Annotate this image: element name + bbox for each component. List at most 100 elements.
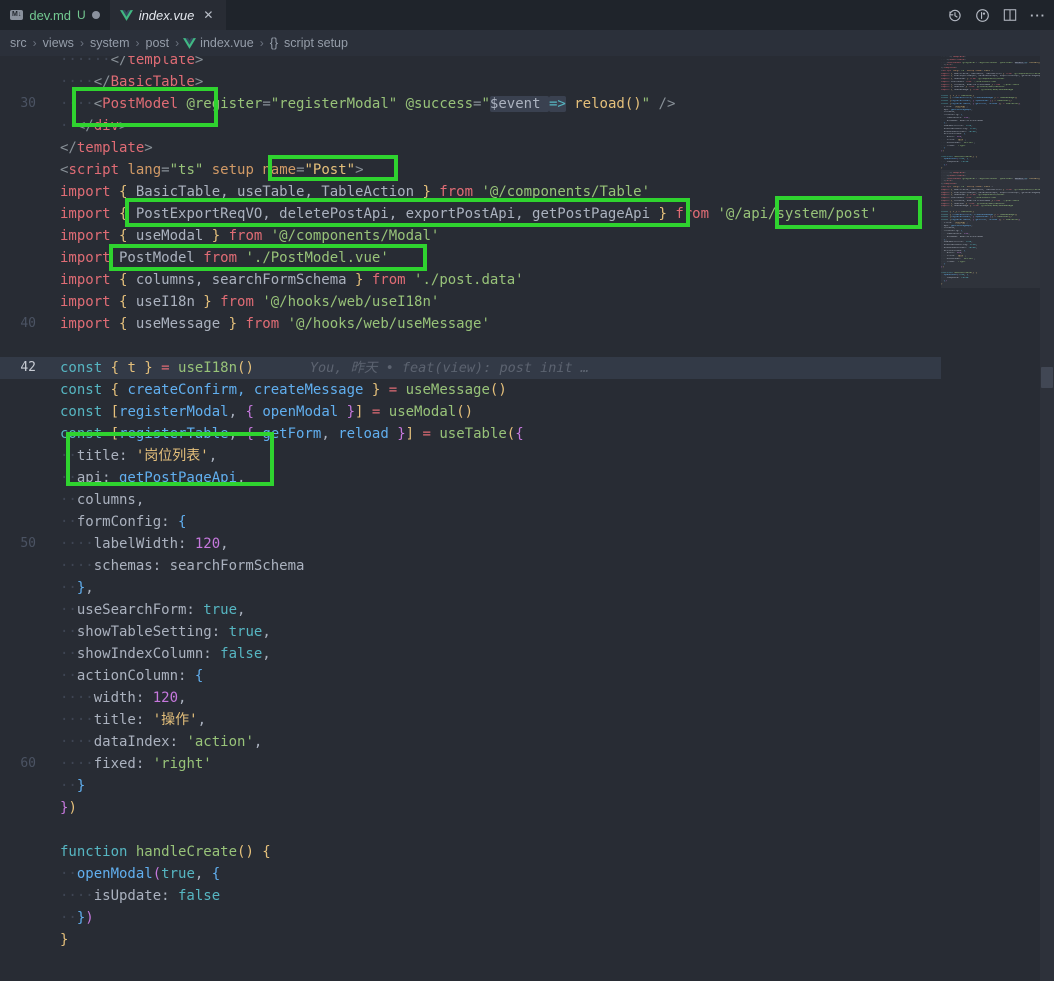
more-actions-icon[interactable]: ··· [1030, 7, 1046, 23]
code-text: ····title: '操作', [60, 709, 206, 731]
code-line[interactable]: ····width: 120, [0, 687, 941, 709]
breadcrumb-file[interactable]: index.vue [198, 36, 256, 50]
vscode-window: M↓ dev.md U index.vue ✕ ··· src › views [0, 0, 1054, 981]
code-text: const [registerTable, { getForm, reload … [60, 423, 524, 445]
line-number [0, 709, 36, 731]
code-line[interactable]: import { PostExportReqVO, deletePostApi,… [0, 203, 941, 225]
code-line[interactable] [0, 335, 941, 357]
code-text: ····</BasicTable> [60, 71, 203, 93]
breadcrumb-symbol[interactable]: script setup [282, 36, 350, 50]
code-line[interactable]: import { useI18n } from '@/hooks/web/use… [0, 291, 941, 313]
line-number [0, 621, 36, 643]
code-line[interactable]: import PostModel from './PostModel.vue' [0, 247, 941, 269]
breadcrumb-views[interactable]: views [41, 36, 76, 50]
code-text: ····width: 120, [60, 687, 186, 709]
code-line[interactable] [0, 951, 941, 973]
history-icon[interactable] [946, 7, 962, 23]
scrollbar-slider[interactable] [1041, 367, 1053, 388]
code-text: ··actionColumn: { [60, 665, 203, 687]
line-number [0, 511, 36, 533]
code-line[interactable]: ··}, [0, 577, 941, 599]
run-graph-icon[interactable] [974, 7, 990, 23]
code-line[interactable]: ··actionColumn: { [0, 665, 941, 687]
git-untracked-badge: U [77, 8, 86, 22]
line-number [0, 423, 36, 445]
unsaved-dot-icon[interactable] [92, 11, 100, 19]
code-text: import { PostExportReqVO, deletePostApi,… [60, 203, 878, 225]
line-number [0, 203, 36, 225]
line-number [0, 643, 36, 665]
code-line[interactable]: ··showTableSetting: true, [0, 621, 941, 643]
code-text: ··openModal(true, { [60, 863, 220, 885]
code-line[interactable]: ····</BasicTable> [0, 71, 941, 93]
code-line[interactable]: ··} [0, 775, 941, 797]
line-number [0, 225, 36, 247]
close-icon[interactable]: ✕ [200, 7, 216, 23]
code-line[interactable]: const [registerTable, { getForm, reload … [0, 423, 941, 445]
code-line[interactable]: ··useSearchForm: true, [0, 599, 941, 621]
code-line[interactable]: function handleCreate() { [0, 841, 941, 863]
code-line[interactable]: 42const { t } = useI18n()You, 昨天 • feat(… [0, 357, 941, 379]
code-line[interactable]: 50 ····labelWidth: 120, [0, 533, 941, 555]
code-text: ······</template> [60, 56, 203, 71]
code-line[interactable]: ··openModal(true, { [0, 863, 941, 885]
line-number [0, 731, 36, 753]
minimap[interactable]: ······</template>····</BasicTable>····<P… [941, 56, 1040, 981]
code-line[interactable]: }) [0, 797, 941, 819]
code-line[interactable]: ····isUpdate: false [0, 885, 941, 907]
code-line[interactable]: 30····<PostModel @register="registerModa… [0, 93, 941, 115]
code-line[interactable]: <script lang="ts" setup name="Post"> [0, 159, 941, 181]
code-text: ····<PostModel @register="registerModal"… [60, 93, 675, 115]
tab-dev-md[interactable]: M↓ dev.md U [0, 0, 110, 30]
line-number [0, 159, 36, 181]
line-number: 40 [0, 313, 36, 335]
code-line[interactable]: </template> [0, 137, 941, 159]
code-line[interactable]: ····dataIndex: 'action', [0, 731, 941, 753]
code-line[interactable]: 60····fixed: 'right' [0, 753, 941, 775]
line-number: 50 [0, 533, 36, 555]
line-number [0, 885, 36, 907]
code-line[interactable]: ······</template> [0, 56, 941, 71]
code-line[interactable]: ····schemas: searchFormSchema [0, 555, 941, 577]
code-line[interactable]: ··api: getPostPageApi, [0, 467, 941, 489]
line-number [0, 489, 36, 511]
editor-tab-bar: M↓ dev.md U index.vue ✕ ··· [0, 0, 1054, 30]
code-line[interactable]: ··columns, [0, 489, 941, 511]
line-number [0, 797, 36, 819]
code-line[interactable]: 40import { useMessage } from '@/hooks/we… [0, 313, 941, 335]
code-text: }) [60, 797, 77, 819]
code-line[interactable]: ··showIndexColumn: false, [0, 643, 941, 665]
breadcrumb-src[interactable]: src [8, 36, 29, 50]
code-line[interactable]: const { createConfirm, createMessage } =… [0, 379, 941, 401]
code-lines: ······</template>····</BasicTable>30····… [0, 56, 941, 973]
code-line[interactable]: ··</div> [0, 115, 941, 137]
code-editor[interactable]: ······</template>····</BasicTable>30····… [0, 56, 941, 981]
code-line[interactable]: import { BasicTable, useTable, TableActi… [0, 181, 941, 203]
markdown-icon: M↓ [10, 10, 23, 20]
split-editor-icon[interactable] [1002, 7, 1018, 23]
breadcrumb-system[interactable]: system [88, 36, 132, 50]
line-number [0, 247, 36, 269]
line-number [0, 379, 36, 401]
code-line[interactable]: ··title: '岗位列表', [0, 445, 941, 467]
line-number [0, 291, 36, 313]
code-line[interactable]: const [registerModal, { openModal }] = u… [0, 401, 941, 423]
code-line[interactable]: import { columns, searchFormSchema } fro… [0, 269, 941, 291]
code-line[interactable]: ··formConfig: { [0, 511, 941, 533]
line-number [0, 599, 36, 621]
code-text: ····labelWidth: 120, [60, 533, 229, 555]
tab-label: index.vue [139, 8, 195, 23]
minimap-viewport[interactable] [941, 170, 1040, 288]
code-line[interactable]: ··}) [0, 907, 941, 929]
code-line[interactable]: ····title: '操作', [0, 709, 941, 731]
vertical-scrollbar[interactable] [1040, 30, 1054, 981]
code-line[interactable] [0, 819, 941, 841]
line-number [0, 841, 36, 863]
chevron-right-icon: › [78, 36, 86, 50]
code-line[interactable]: } [0, 929, 941, 951]
editor-actions: ··· [946, 0, 1046, 30]
line-number [0, 687, 36, 709]
tab-index-vue[interactable]: index.vue ✕ [110, 0, 227, 30]
breadcrumb-post[interactable]: post [144, 36, 172, 50]
code-line[interactable]: import { useModal } from '@/components/M… [0, 225, 941, 247]
